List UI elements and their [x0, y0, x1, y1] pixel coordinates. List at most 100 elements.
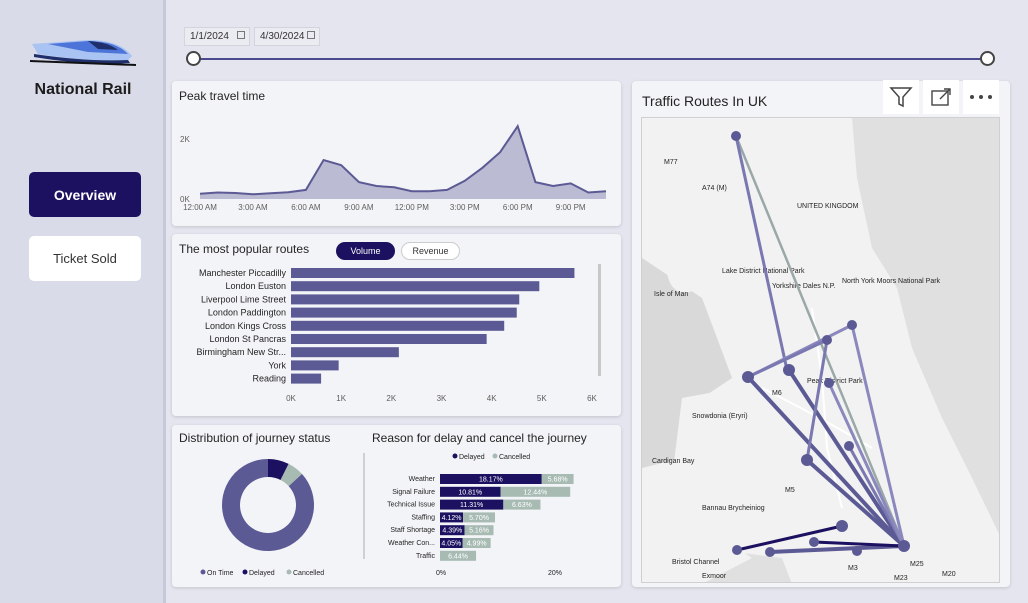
route-bar[interactable]	[291, 307, 517, 318]
peak-x-tick: 12:00 PM	[395, 203, 430, 212]
map-label-yorkshire: Yorkshire Dales N.P.	[772, 283, 835, 290]
route-bar[interactable]	[291, 334, 487, 344]
routes-scrollbar[interactable]	[598, 264, 601, 376]
route-bar[interactable]	[291, 268, 575, 278]
delay-label: Traffic	[416, 553, 436, 560]
cancel-value-label: 5.68%	[548, 477, 568, 484]
route-label: Liverpool Lime Street	[201, 294, 287, 304]
start-date-value: 1/1/2024	[190, 31, 229, 42]
route-label: Reading	[252, 374, 286, 384]
route-label: Birmingham New Str...	[196, 347, 286, 357]
map-label-bristol: Bristol Channel	[672, 559, 720, 566]
peak-x-tick: 6:00 AM	[291, 203, 321, 212]
expand-icon[interactable]	[923, 80, 959, 114]
map-label-m6: M6	[772, 390, 782, 397]
peak-travel-card: Peak travel time 2K 0K 12:00 AM 3:00 AM 6:…	[172, 81, 621, 226]
delay-label: Signal Failure	[392, 489, 435, 496]
cancel-value-label: 4.99%	[467, 541, 487, 548]
delay-value-label: 4.12%	[442, 515, 462, 522]
train-logo-icon	[29, 40, 137, 66]
sidebar: National Rail Overview Ticket Sold	[0, 0, 166, 603]
route-bar[interactable]	[291, 281, 540, 292]
delay-legend-cancelled: Cancelled	[499, 454, 530, 461]
cancel-value-label: 5.16%	[469, 528, 489, 535]
date-range-slider[interactable]	[193, 58, 988, 60]
delay-value-label: 10.81%	[458, 489, 482, 496]
date-slider-end-handle[interactable]	[980, 51, 995, 66]
cancel-value-label: 6.63%	[512, 502, 532, 509]
map-label-snowdonia: Snowdonia (Eryri)	[692, 413, 748, 420]
brand-name: National Rail	[34, 81, 132, 98]
route-label: London Kings Cross	[205, 321, 287, 331]
map-label-m25: M25	[910, 561, 924, 568]
peak-x-tick: 12:00 AM	[183, 203, 217, 212]
route-label: London Euston	[225, 281, 286, 291]
peak-line	[199, 123, 607, 196]
delay-x-tick-0: 0%	[436, 570, 446, 577]
traffic-routes-title: Traffic Routes In UK	[642, 93, 768, 109]
route-x-tick: 1K	[336, 394, 346, 403]
route-x-tick: 6K	[587, 394, 597, 403]
delay-label: Weather	[409, 476, 436, 483]
calendar-icon[interactable]	[237, 31, 245, 39]
map-label-north-york: North York Moors National Park	[842, 278, 941, 285]
end-date-value: 4/30/2024	[260, 31, 305, 42]
delay-label: Technical Issue	[387, 502, 435, 509]
delay-label: Weather Con...	[388, 540, 435, 547]
cancel-value-label: 12.44%	[523, 489, 547, 496]
peak-y-tick-2k: 2K	[180, 135, 190, 144]
map-label-a74: A74 (M)	[702, 185, 727, 192]
delay-value-label: 4.05%	[441, 541, 461, 548]
delay-legend: Delayed Cancelled	[452, 453, 530, 461]
legend-cancelled: Cancelled	[293, 570, 324, 577]
peak-x-tick: 3:00 PM	[450, 203, 480, 212]
delay-value-label: 11.31%	[460, 502, 483, 509]
more-options-icon[interactable]	[963, 80, 999, 114]
peak-travel-chart: 2K 0K 12:00 AM 3:00 AM 6:00 AM 9:00 AM 12:00…	[180, 123, 607, 212]
delay-label: Staff Shortage	[390, 527, 435, 534]
legend-on-time: On Time	[207, 570, 234, 577]
nav-overview-button[interactable]: Overview	[29, 172, 141, 217]
route-bar[interactable]	[291, 373, 322, 384]
peak-area	[200, 126, 606, 199]
map-label-cardigan: Cardigan Bay	[652, 458, 695, 465]
legend-delayed: Delayed	[249, 570, 275, 577]
uk-map[interactable]: UNITED KINGDOM Lake District National Pa…	[641, 117, 1000, 583]
peak-x-tick: 3:00 AM	[238, 203, 268, 212]
filter-icon[interactable]	[883, 80, 919, 114]
peak-x-tick: 6:00 PM	[503, 203, 533, 212]
route-x-tick: 5K	[537, 394, 547, 403]
route-bar[interactable]	[291, 320, 505, 331]
route-bar[interactable]	[291, 294, 520, 305]
cancel-value-label: 5.70%	[469, 515, 489, 522]
route-x-tick: 3K	[437, 394, 447, 403]
map-label-exmoor: Exmoor	[702, 573, 727, 580]
popular-routes-chart: Manchester Piccadilly London Euston Liverp…	[196, 264, 601, 403]
map-label-m77: M77	[664, 159, 678, 166]
date-slider-start-handle[interactable]	[186, 51, 201, 66]
delay-legend-delayed: Delayed	[459, 454, 485, 461]
map-label-m3: M3	[848, 565, 858, 572]
route-label: York	[268, 360, 286, 370]
map-label-uk: UNITED KINGDOM	[797, 203, 859, 210]
route-x-tick: 0K	[286, 394, 296, 403]
route-x-tick: 2K	[386, 394, 396, 403]
route-label: Manchester Piccadilly	[199, 268, 287, 278]
route-label: London St Pancras	[209, 334, 286, 344]
calendar-icon[interactable]	[307, 31, 315, 39]
start-date-input[interactable]: 1/1/2024	[184, 27, 250, 46]
map-label-isle-of-man: Isle of Man	[654, 291, 688, 298]
route-bar[interactable]	[291, 347, 399, 358]
delay-label: Staffing	[411, 514, 435, 521]
map-label-m23: M23	[894, 575, 908, 582]
route-bar[interactable]	[291, 360, 339, 371]
cancel-value-label: 6.44%	[448, 553, 468, 560]
peak-x-tick: 9:00 PM	[556, 203, 586, 212]
peak-x-tick: 9:00 AM	[344, 203, 374, 212]
nav-ticket-sold-button[interactable]: Ticket Sold	[29, 236, 141, 281]
route-label: London Paddington	[208, 308, 286, 318]
end-date-input[interactable]: 4/30/2024	[254, 27, 320, 46]
map-label-m20: M20	[942, 571, 956, 578]
delay-x-tick-20: 20%	[548, 570, 562, 577]
route-x-tick: 4K	[487, 394, 497, 403]
